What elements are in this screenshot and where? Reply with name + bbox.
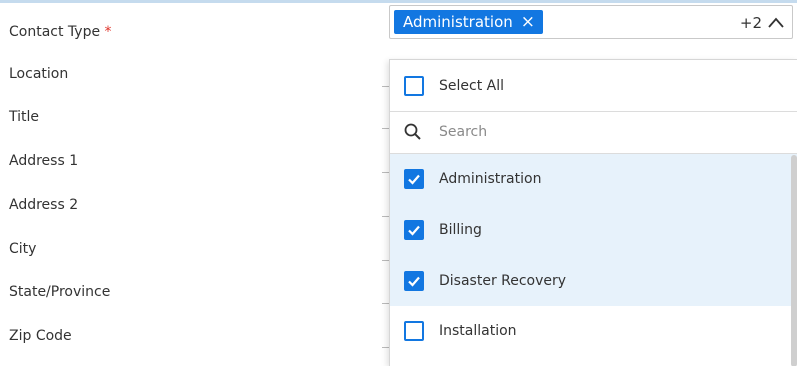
option-installation[interactable]: Installation <box>390 306 797 356</box>
search-row <box>390 111 797 153</box>
check-icon <box>408 225 420 236</box>
label-contact-type: Contact Type * <box>9 24 112 40</box>
option-label: Disaster Recovery <box>439 272 567 289</box>
selected-chip: Administration × <box>394 10 544 34</box>
option-checkbox[interactable] <box>404 321 424 341</box>
option-checkbox[interactable] <box>404 219 424 240</box>
option-billing[interactable]: Billing <box>390 204 797 255</box>
contact-type-dropdown: Select All Administration Billing <box>389 59 797 366</box>
required-marker: * <box>104 24 112 40</box>
close-icon[interactable]: × <box>521 10 535 34</box>
select-all-option[interactable]: Select All <box>390 60 797 111</box>
more-selected-count: +2 <box>739 14 762 32</box>
option-checkbox[interactable] <box>404 270 424 291</box>
option-checkbox[interactable] <box>404 169 424 189</box>
top-accent-bar <box>0 0 797 3</box>
chevron-up-icon[interactable] <box>766 13 786 33</box>
label-state-province: State/Province <box>9 284 111 300</box>
check-icon <box>408 174 420 185</box>
label-text: Contact Type <box>9 24 101 40</box>
contact-type-multiselect[interactable]: Administration × +2 <box>389 5 793 39</box>
select-all-label: Select All <box>439 77 504 94</box>
label-city: City <box>9 241 37 257</box>
option-disaster-recovery[interactable]: Disaster Recovery <box>390 255 797 306</box>
option-administration[interactable]: Administration <box>390 154 797 204</box>
label-title: Title <box>9 109 40 125</box>
check-icon <box>408 276 420 287</box>
label-location: Location <box>9 66 69 82</box>
label-zip-code: Zip Code <box>9 328 72 344</box>
search-input[interactable] <box>437 123 741 141</box>
label-address-1: Address 1 <box>9 153 79 169</box>
dropdown-scrollbar[interactable] <box>791 155 797 366</box>
select-all-checkbox[interactable] <box>404 75 424 96</box>
chip-label: Administration <box>403 13 513 31</box>
option-label: Billing <box>439 221 482 238</box>
label-address-2: Address 2 <box>9 197 79 213</box>
option-label: Administration <box>439 171 542 187</box>
option-label: Installation <box>439 323 517 339</box>
search-icon <box>404 123 421 140</box>
